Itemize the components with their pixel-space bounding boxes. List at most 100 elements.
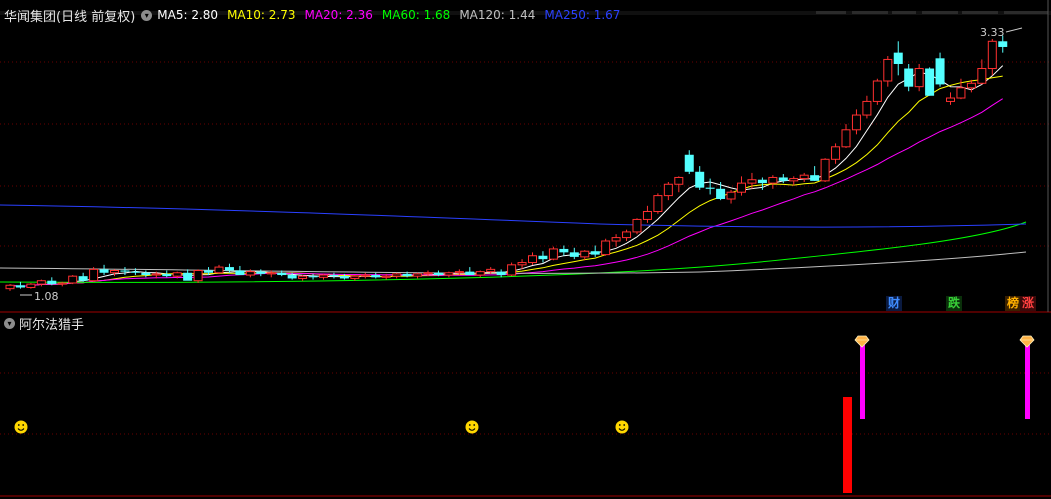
candlestick[interactable] [663, 181, 673, 201]
candlestick[interactable] [235, 265, 245, 276]
candlestick[interactable] [569, 247, 579, 260]
diamond-icon [1019, 335, 1035, 348]
candlestick[interactable] [590, 245, 600, 257]
candlestick[interactable] [872, 78, 882, 105]
candlestick[interactable] [799, 172, 809, 182]
candlestick[interactable] [360, 272, 370, 279]
candlestick[interactable] [810, 166, 820, 181]
candlestick[interactable] [15, 281, 25, 289]
candlestick[interactable] [737, 176, 746, 196]
candlestick[interactable] [632, 218, 642, 235]
candlestick[interactable] [987, 39, 997, 76]
chevron-down-icon[interactable]: ▾ [4, 317, 15, 329]
candlestick[interactable] [977, 59, 987, 85]
event-badge[interactable]: 涨 [1020, 296, 1037, 311]
candlestick[interactable] [57, 281, 67, 287]
candlestick[interactable] [193, 269, 203, 283]
candlestick[interactable] [444, 271, 454, 278]
candlestick[interactable] [548, 246, 558, 261]
candlestick[interactable] [925, 67, 935, 96]
signal-bar [843, 397, 852, 493]
candlestick[interactable] [465, 267, 475, 276]
candlestick[interactable] [496, 269, 506, 278]
candlestick[interactable] [831, 143, 841, 164]
candlestick[interactable] [256, 269, 266, 277]
ma10-line [9, 75, 1003, 287]
candlestick[interactable] [559, 245, 569, 256]
candlestick[interactable] [120, 267, 130, 276]
candlestick[interactable] [110, 269, 119, 277]
candlestick[interactable] [78, 272, 88, 282]
candlestick[interactable] [768, 175, 778, 189]
candlestick[interactable] [26, 282, 36, 289]
candlestick[interactable] [99, 264, 109, 276]
candlestick[interactable] [308, 273, 318, 280]
event-badge[interactable]: 榜 [1005, 296, 1022, 311]
candlestick[interactable] [862, 95, 872, 119]
candlestick[interactable] [946, 92, 955, 105]
chevron-down-icon[interactable]: ▾ [141, 9, 153, 21]
candlestick[interactable] [183, 269, 193, 281]
diamond-icon [854, 335, 870, 348]
candlestick[interactable] [329, 272, 339, 279]
ma-legend-item: MA5: 2.80 [157, 8, 219, 22]
candlestick[interactable] [36, 279, 46, 287]
candlestick[interactable] [611, 234, 621, 247]
high-price-label: 3.33 [980, 26, 1005, 39]
candlestick[interactable] [726, 189, 736, 204]
signal-bar [860, 345, 865, 419]
ma-legend: MA5: 2.80 MA10: 2.73 MA20: 2.36 MA60: 1.68 M… [157, 8, 629, 22]
candlestick[interactable] [371, 272, 381, 279]
smiley-icon [465, 420, 479, 434]
stock-title: 华闻集团(日线 前复权) [4, 9, 136, 25]
candlestick[interactable] [695, 166, 705, 190]
candlestick[interactable] [507, 262, 517, 277]
candlestick[interactable] [684, 150, 694, 175]
candlestick[interactable] [538, 251, 548, 263]
event-badge[interactable]: 跌 [946, 296, 963, 311]
candlestick[interactable] [904, 63, 914, 92]
candlestick[interactable] [716, 181, 726, 201]
candlestick[interactable] [883, 56, 893, 87]
candlestick[interactable] [820, 158, 830, 182]
candlestick[interactable] [851, 109, 861, 135]
candlestick[interactable] [224, 263, 234, 273]
candlestick[interactable] [601, 238, 611, 256]
price-markers: 3.33 1.08 [20, 26, 1023, 303]
candlestick-series[interactable] [5, 35, 1008, 291]
candlestick[interactable] [68, 275, 78, 285]
candlestick[interactable] [893, 41, 903, 76]
candlestick[interactable] [705, 178, 715, 195]
candlestick[interactable] [642, 205, 652, 223]
smiley-icon [615, 420, 629, 434]
candlestick[interactable] [475, 270, 485, 278]
candlestick[interactable] [298, 275, 308, 281]
candlestick[interactable] [528, 252, 537, 265]
candlestick[interactable] [653, 193, 663, 214]
candlestick[interactable] [162, 270, 172, 278]
candlestick[interactable] [47, 277, 57, 286]
candlestick[interactable] [841, 124, 851, 148]
candlestick[interactable] [214, 264, 224, 274]
ma-legend-item: MA60: 1.68 [381, 8, 451, 22]
indicator-title: 阿尔法猎手 [19, 317, 85, 333]
candlestick[interactable] [622, 229, 632, 241]
ma-legend-item: MA120: 1.44 [459, 8, 536, 22]
candlestick[interactable] [914, 63, 924, 92]
candlestick[interactable] [5, 284, 15, 291]
high-price-pointer [1005, 27, 1023, 33]
ma-legend-item: MA250: 1.67 [544, 8, 621, 22]
indicator-panel [14, 335, 1035, 493]
smiley-icon [14, 420, 28, 434]
candlestick[interactable] [141, 270, 151, 278]
candlestick[interactable] [789, 176, 799, 186]
candlestick[interactable] [413, 272, 423, 279]
indicator-header: ▾ 阿尔法猎手 [0, 314, 85, 333]
candlestick[interactable] [319, 273, 328, 280]
candlestick[interactable] [392, 272, 402, 279]
kline-chart[interactable]: 3.33 1.08 [0, 0, 1051, 499]
candlestick[interactable] [935, 52, 945, 87]
candlestick[interactable] [89, 267, 99, 282]
candlestick[interactable] [674, 176, 684, 193]
event-badge[interactable]: 财 [886, 296, 903, 311]
